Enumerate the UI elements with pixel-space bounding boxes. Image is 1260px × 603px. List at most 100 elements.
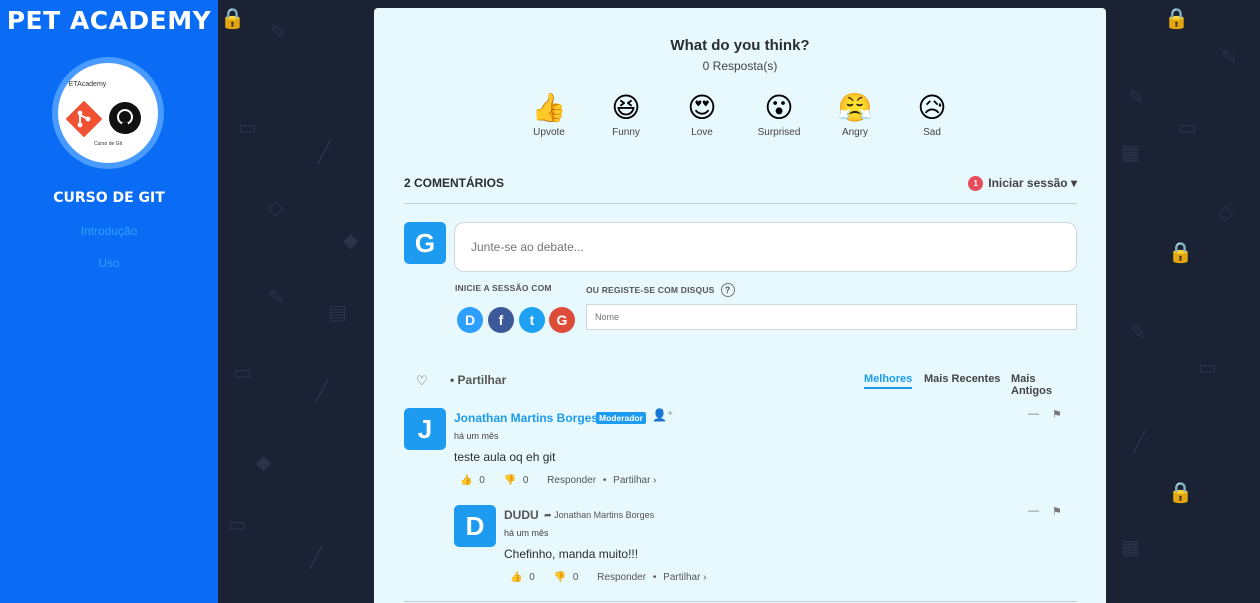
divider <box>404 601 1077 602</box>
pencil-icon: ✎ <box>1128 85 1145 109</box>
nav-link-uso[interactable]: Uso <box>0 256 218 270</box>
reaction-label: Sad <box>923 127 941 138</box>
cube-icon: ◇ <box>268 195 284 219</box>
collapse-icon[interactable]: — <box>1028 408 1039 420</box>
course-logo: PETAcademy Curso de Git <box>52 57 164 169</box>
ruler-icon: ╱ <box>310 545 323 569</box>
follow-user-icon[interactable]: 👤⁺ <box>652 408 673 422</box>
comment-text: teste aula oq eh git <box>454 450 556 464</box>
flag-icon[interactable]: ⚑ <box>1052 408 1062 421</box>
heart-eyes-icon: 😍 <box>687 91 717 124</box>
sort-oldest[interactable]: Mais Antigos <box>1011 373 1077 397</box>
pencil-icon: ✎ <box>270 20 287 44</box>
reply-button[interactable]: Responder <box>547 475 596 486</box>
reaction-label: Surprised <box>757 127 801 138</box>
comment-author[interactable]: Jonathan Martins Borges <box>454 411 598 425</box>
thumbs-down-icon: 👎 <box>553 572 567 583</box>
disqus-login-button[interactable]: D <box>457 307 483 333</box>
thumbs-down-icon: 👎 <box>503 475 517 486</box>
help-icon[interactable]: ? <box>720 283 735 297</box>
cap-icon: ◆ <box>256 450 272 474</box>
thumbs-up-icon: 👍 <box>510 572 523 583</box>
ruler-icon: ╱ <box>1133 430 1146 454</box>
book-icon: ▭ <box>238 115 257 139</box>
share-comment-button[interactable]: Partilhar › <box>613 475 656 486</box>
comments-panel: What do you think? 0 Resposta(s) 👍 Upvot… <box>374 8 1106 603</box>
comment-text: Chefinho, manda muito!!! <box>504 547 639 561</box>
reaction-label: Angry <box>841 127 869 138</box>
github-logo-icon <box>109 102 141 134</box>
thumbs-up-icon: 👍 <box>531 91 567 124</box>
reaction-sad[interactable]: 😥 Sad <box>902 90 962 138</box>
board-icon: ▤ <box>328 300 347 324</box>
pencil-icon: ✎ <box>268 285 285 309</box>
facebook-login-button[interactable]: f <box>488 307 514 333</box>
reaction-angry[interactable]: 😤 Angry <box>825 90 885 138</box>
pencil-icon: ✎ <box>1221 45 1238 69</box>
downvote-button[interactable]: 👎 0 <box>554 572 583 583</box>
comments-header: 2 COMENTÁRIOS 1 Iniciar sessão ▾ <box>404 176 1077 204</box>
reaction-label: Love <box>691 127 713 138</box>
sort-newest[interactable]: Mais Recentes <box>924 373 1000 385</box>
reaction-upvote[interactable]: 👍 Upvote <box>519 90 579 138</box>
notification-badge[interactable]: 1 <box>968 176 984 191</box>
sidebar: PET ACADEMY PETAcademy Curso de Git CURS… <box>0 0 218 603</box>
grid-icon: ▦ <box>1121 140 1140 164</box>
brand-title: PET ACADEMY <box>6 6 212 35</box>
surprised-face-icon: 😮 <box>764 91 794 124</box>
collapse-icon[interactable]: — <box>1028 505 1039 517</box>
reaction-love[interactable]: 😍 Love <box>672 90 732 138</box>
guest-avatar: G <box>404 222 446 264</box>
reaction-label: Upvote <box>533 127 565 138</box>
book-icon: ▭ <box>228 512 247 536</box>
reaction-surprised[interactable]: 😮 Surprised <box>749 90 809 138</box>
login-dropdown[interactable]: 1 Iniciar sessão ▾ <box>968 176 1077 191</box>
lock-icon: 🔒 <box>1168 240 1193 264</box>
sort-best[interactable]: Melhores <box>864 373 913 389</box>
moderator-badge: Moderador <box>596 412 646 424</box>
downvote-button[interactable]: 👎 0 <box>504 475 533 486</box>
ruler-icon: ╱ <box>318 140 331 164</box>
grid-icon: ▦ <box>1121 535 1140 559</box>
comment-input[interactable] <box>454 222 1077 272</box>
book-icon: ▭ <box>1198 355 1217 379</box>
upvote-button[interactable]: 👍 0 <box>510 572 539 583</box>
sad-face-icon: 😥 <box>917 91 947 124</box>
thumbs-up-icon: 👍 <box>460 475 473 486</box>
lock-icon: 🔒 <box>1164 6 1189 30</box>
reactions-count: 0 Resposta(s) <box>702 59 778 73</box>
upvote-button[interactable]: 👍 0 <box>460 475 489 486</box>
reply-arrow-icon: ➦ <box>544 510 552 520</box>
cube-icon: ◇ <box>1218 200 1234 224</box>
cap-icon: ◆ <box>343 228 359 252</box>
avatar[interactable]: J <box>404 408 446 450</box>
share-discussion-button[interactable]: • Partilhar <box>450 373 506 387</box>
lock-icon: 🔒 <box>1168 480 1193 504</box>
nav-link-introducao[interactable]: Introdução <box>0 224 218 238</box>
book-icon: ▭ <box>233 360 252 384</box>
book-icon: ▭ <box>1178 115 1197 139</box>
reply-button[interactable]: Responder <box>597 572 646 583</box>
reaction-funny[interactable]: 😆 Funny <box>596 90 656 138</box>
google-login-button[interactable]: G <box>549 307 575 333</box>
login-label: Iniciar sessão <box>988 176 1068 190</box>
avatar[interactable]: D <box>454 505 496 547</box>
angry-face-icon: 😤 <box>837 91 873 124</box>
comment-time[interactable]: há um mês <box>504 528 549 538</box>
share-comment-button[interactable]: Partilhar › <box>663 572 706 583</box>
heart-icon[interactable]: ♡ <box>416 373 428 389</box>
login-with-label: INICIE A SESSÃO COM <box>455 283 552 293</box>
ruler-icon: ╱ <box>316 378 329 402</box>
git-logo-icon <box>66 101 102 137</box>
register-label: OU REGISTE-SE COM DISQUS? <box>586 283 735 297</box>
reply-to-link[interactable]: ➦ Jonathan Martins Borges <box>544 510 654 521</box>
comment-time[interactable]: há um mês <box>454 431 499 441</box>
comment-author[interactable]: DUDU <box>504 508 539 522</box>
name-field[interactable] <box>586 304 1077 330</box>
pencil-icon: ✎ <box>1130 320 1147 344</box>
comments-count: 2 COMENTÁRIOS <box>404 176 505 190</box>
reactions-title: What do you think? <box>670 37 810 54</box>
flag-icon[interactable]: ⚑ <box>1052 505 1062 518</box>
twitter-login-button[interactable]: t <box>519 307 545 333</box>
logo-small-text: PETAcademy <box>64 81 107 88</box>
